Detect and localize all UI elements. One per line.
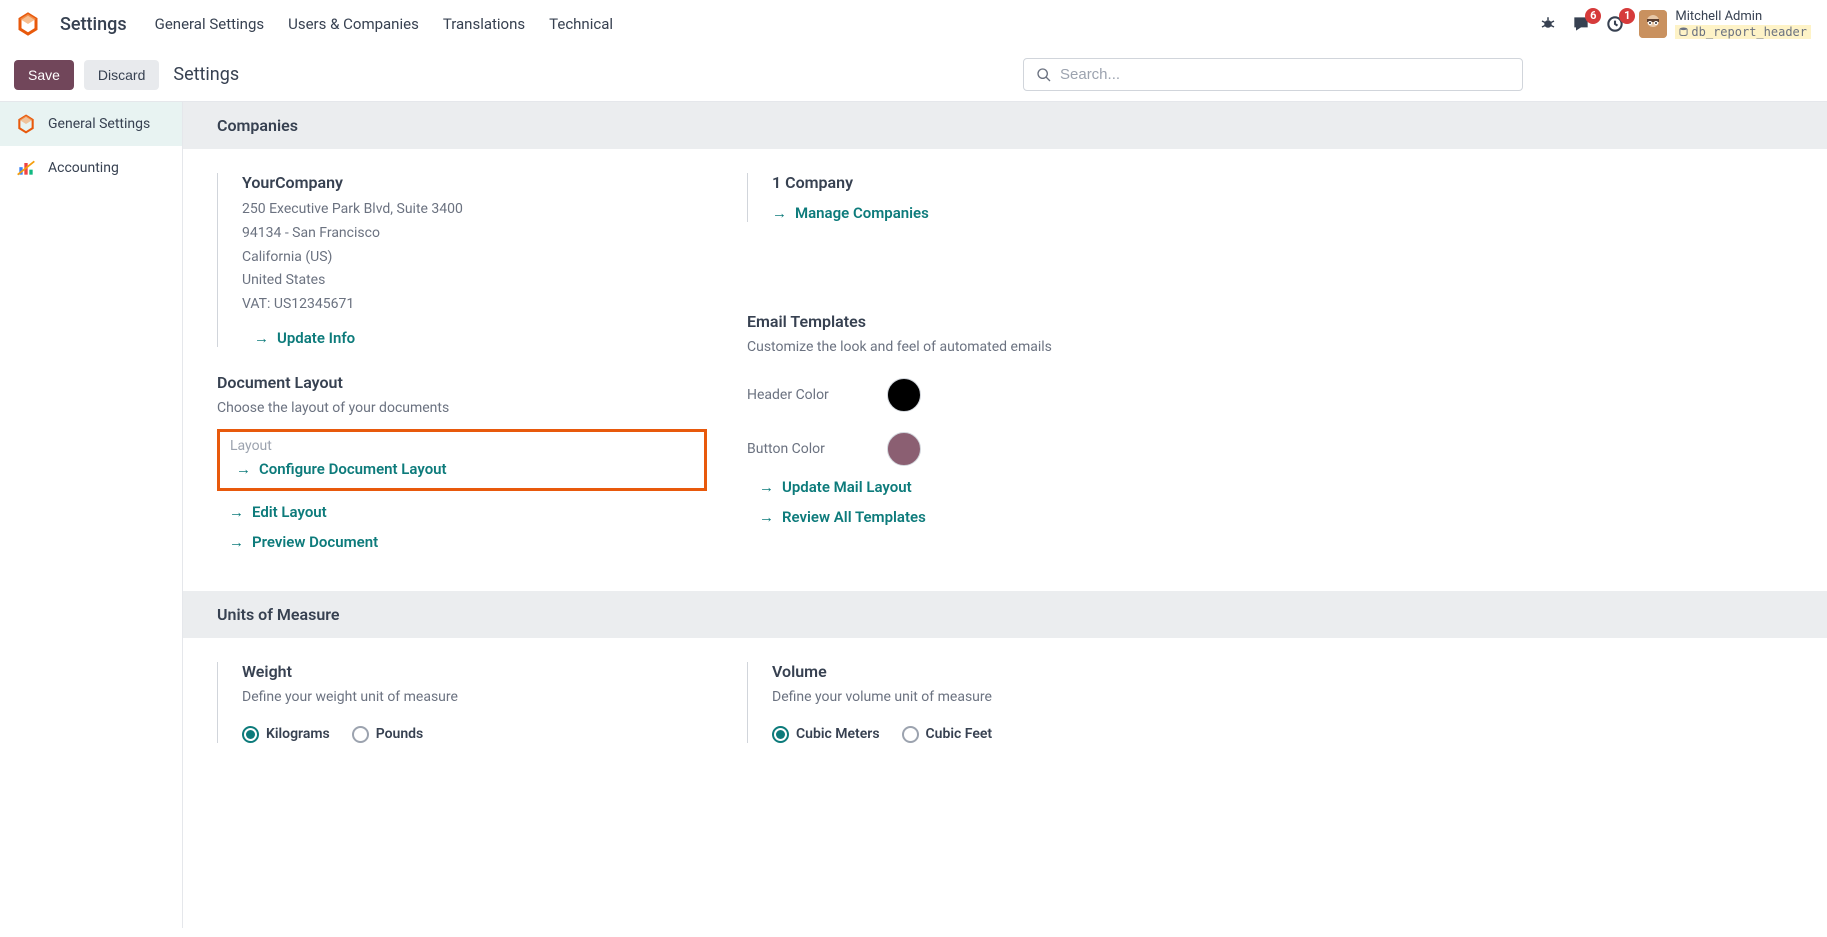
review-templates-link[interactable]: → Review All Templates (747, 508, 1237, 526)
doc-layout-desc: Choose the layout of your documents (217, 398, 707, 419)
radio-icon (772, 726, 789, 743)
user-name: Mitchell Admin (1675, 9, 1811, 25)
radio-icon (902, 726, 919, 743)
accounting-icon (16, 158, 36, 178)
nav-menu-users[interactable]: Users & Companies (288, 15, 419, 33)
sidebar-item-label: Accounting (48, 160, 119, 176)
sidebar-item-label: General Settings (48, 116, 150, 132)
arrow-icon: → (229, 503, 244, 521)
arrow-icon: → (229, 533, 244, 551)
edit-layout-link[interactable]: → Edit Layout (217, 503, 707, 521)
app-icon[interactable] (16, 12, 40, 36)
preview-document-link[interactable]: → Preview Document (217, 533, 707, 551)
discard-button[interactable]: Discard (84, 60, 159, 90)
radio-icon (352, 726, 369, 743)
arrow-icon: → (772, 204, 787, 222)
nav-menu-general[interactable]: General Settings (155, 15, 265, 33)
company-vat: VAT: US12345671 (242, 293, 707, 317)
nav-menu: General Settings Users & Companies Trans… (155, 15, 613, 33)
messages-icon[interactable]: 6 (1571, 14, 1591, 34)
settings-content: Companies YourCompany 250 Executive Park… (183, 102, 1827, 928)
nav-menu-technical[interactable]: Technical (549, 15, 613, 33)
search-input[interactable] (1060, 66, 1510, 83)
section-header-companies: Companies (183, 102, 1827, 149)
radio-cubic-feet[interactable]: Cubic Feet (902, 726, 993, 743)
layout-label: Layout (224, 438, 700, 454)
company-name: YourCompany (242, 173, 707, 192)
activities-badge: 1 (1619, 8, 1635, 24)
company-addr2: 94134 - San Francisco (242, 222, 707, 246)
email-templates-title: Email Templates (747, 312, 1237, 331)
db-name: db_report_header (1675, 25, 1811, 39)
activities-icon[interactable]: 1 (1605, 14, 1625, 34)
company-addr3: California (US) (242, 246, 707, 270)
highlight-box: Layout → Configure Document Layout (217, 429, 707, 491)
general-settings-icon (16, 114, 36, 134)
weight-title: Weight (242, 662, 707, 681)
bug-icon[interactable] (1539, 15, 1557, 33)
radio-icon (242, 726, 259, 743)
nav-menu-translations[interactable]: Translations (443, 15, 525, 33)
radio-pounds[interactable]: Pounds (352, 726, 424, 743)
avatar (1639, 10, 1667, 38)
search-box[interactable] (1023, 58, 1523, 91)
header-color-label: Header Color (747, 387, 847, 403)
company-addr1: 250 Executive Park Blvd, Suite 3400 (242, 198, 707, 222)
update-info-link[interactable]: → Update Info (242, 329, 707, 347)
radio-cubic-meters[interactable]: Cubic Meters (772, 726, 880, 743)
sidebar: General Settings Accounting (0, 102, 183, 928)
action-bar: Save Discard Settings (0, 48, 1827, 101)
volume-title: Volume (772, 662, 1237, 681)
top-navbar: Settings General Settings Users & Compan… (0, 0, 1827, 48)
weight-desc: Define your weight unit of measure (242, 687, 707, 708)
update-mail-layout-link[interactable]: → Update Mail Layout (747, 478, 1237, 496)
company-count-title: 1 Company (772, 173, 1237, 192)
arrow-icon: → (254, 329, 269, 347)
button-color-swatch[interactable] (887, 432, 921, 466)
company-addr4: United States (242, 269, 707, 293)
section-header-units: Units of Measure (183, 591, 1827, 638)
configure-layout-link[interactable]: → Configure Document Layout (224, 460, 700, 478)
manage-companies-link[interactable]: → Manage Companies (772, 204, 1237, 222)
messages-badge: 6 (1585, 8, 1601, 24)
sidebar-item-general[interactable]: General Settings (0, 102, 182, 146)
sidebar-item-accounting[interactable]: Accounting (0, 146, 182, 190)
header-color-swatch[interactable] (887, 378, 921, 412)
app-name[interactable]: Settings (60, 14, 127, 35)
user-menu[interactable]: Mitchell Admin db_report_header (1639, 9, 1811, 39)
save-button[interactable]: Save (14, 60, 74, 90)
doc-layout-title: Document Layout (217, 373, 707, 392)
button-color-label: Button Color (747, 441, 847, 457)
arrow-icon: → (759, 508, 774, 526)
search-icon (1036, 67, 1052, 83)
arrow-icon: → (236, 460, 251, 478)
email-templates-desc: Customize the look and feel of automated… (747, 337, 1237, 358)
breadcrumb-title: Settings (173, 64, 239, 85)
volume-desc: Define your volume unit of measure (772, 687, 1237, 708)
radio-kilograms[interactable]: Kilograms (242, 726, 330, 743)
arrow-icon: → (759, 478, 774, 496)
